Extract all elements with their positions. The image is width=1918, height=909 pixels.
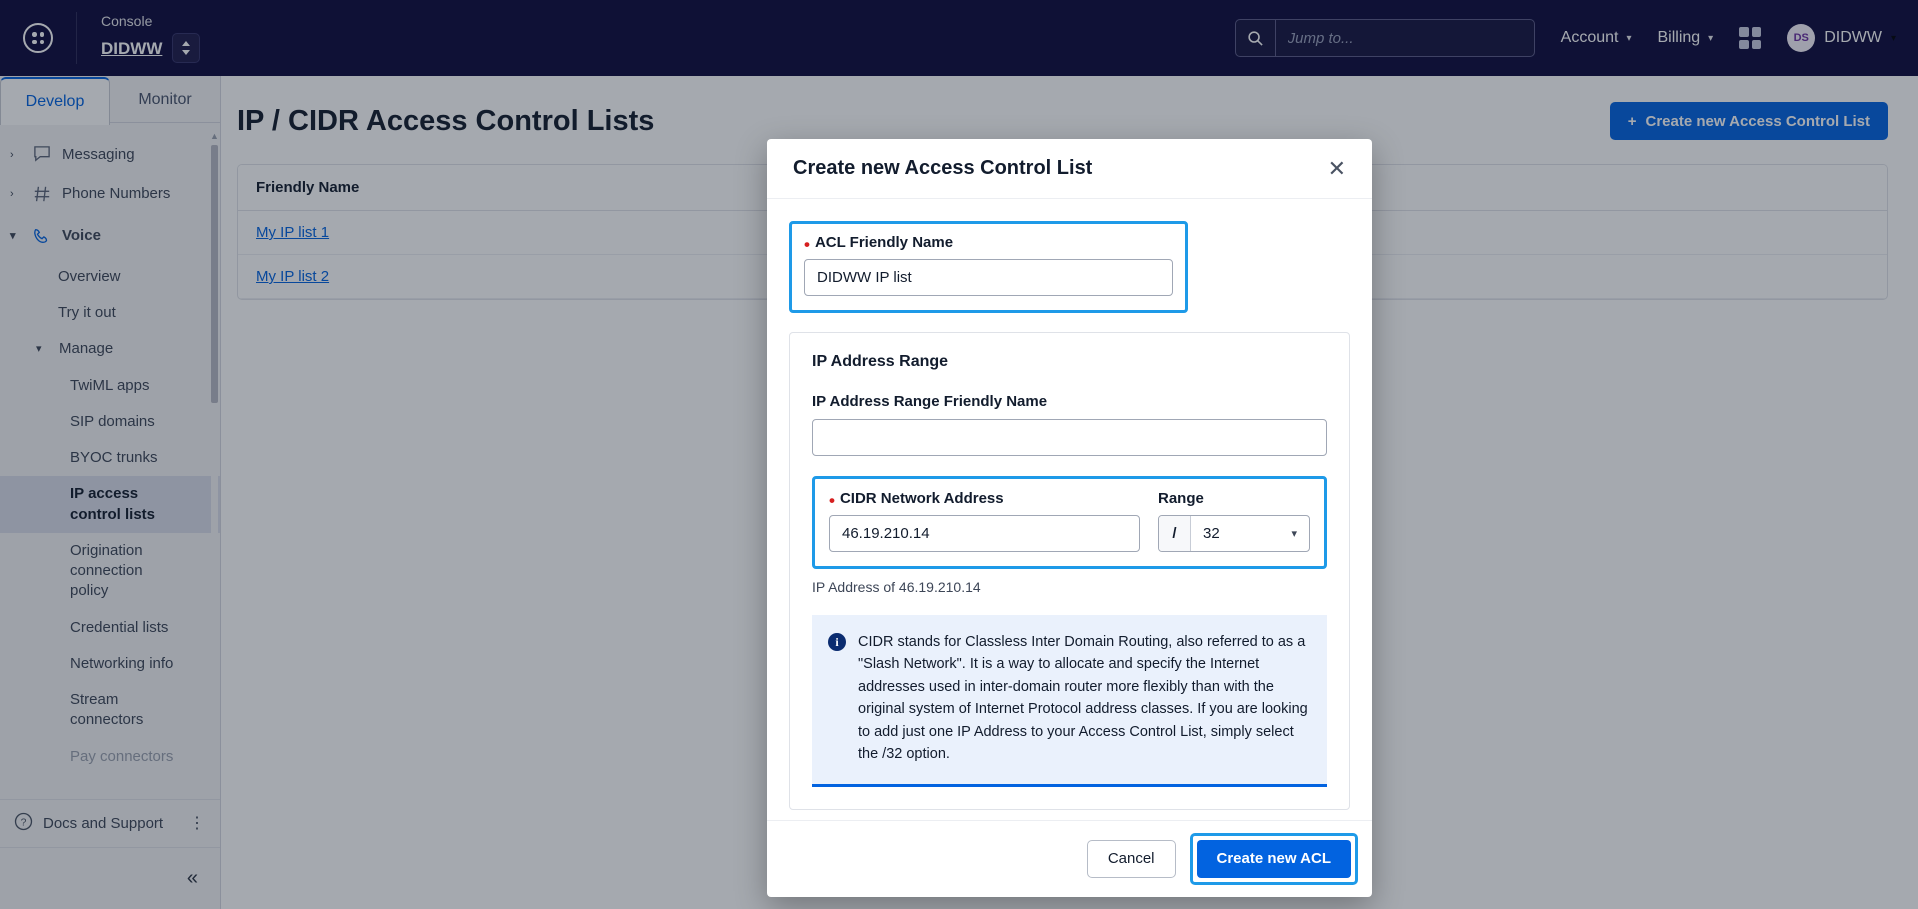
cidr-group: • CIDR Network Address Range / 32 ▾ [812,476,1327,569]
acl-friendly-name-group: • ACL Friendly Name [789,221,1188,313]
ip-range-friendly-name-label: IP Address Range Friendly Name [812,393,1048,410]
cidr-help-text: IP Address of 46.19.210.14 [812,579,981,595]
cidr-network-address-label-text: CIDR Network Address [839,490,1004,507]
range-select-value: 32 [1203,525,1220,542]
modal-title: Create new Access Control List [793,157,1093,179]
acl-friendly-name-label: • ACL Friendly Name [804,234,954,254]
cidr-info-text: CIDR stands for Classless Inter Domain R… [858,634,1308,763]
create-acl-focus-ring: Create new ACL [1189,832,1358,885]
chevron-down-icon: ▾ [1291,528,1297,540]
cancel-button[interactable]: Cancel [1086,839,1176,878]
acl-friendly-name-label-text: ACL Friendly Name [814,234,954,251]
modal-body: • ACL Friendly Name IP Address Range IP … [767,199,1372,820]
info-icon: i [828,633,846,651]
cidr-info-callout: i CIDR stands for Classless Inter Domain… [812,615,1327,787]
modal-footer: Cancel Create new ACL [767,819,1372,897]
range-select[interactable]: / 32 ▾ [1158,515,1310,552]
ip-address-range-panel: IP Address Range IP Address Range Friend… [789,332,1350,810]
create-acl-modal: Create new Access Control List ✕ • ACL F… [767,139,1372,897]
cidr-network-address-input[interactable] [829,515,1140,552]
create-new-acl-submit-button[interactable]: Create new ACL [1196,839,1351,878]
ip-range-friendly-name-input[interactable] [812,419,1327,456]
slash-prefix: / [1159,516,1191,551]
acl-friendly-name-input[interactable] [804,259,1173,296]
range-label: Range [1158,490,1204,507]
modal-header: Create new Access Control List ✕ [767,139,1372,199]
close-x-icon[interactable]: ✕ [1324,154,1350,184]
cidr-network-address-label: • CIDR Network Address [829,490,1004,510]
ip-address-range-title: IP Address Range [812,353,949,370]
